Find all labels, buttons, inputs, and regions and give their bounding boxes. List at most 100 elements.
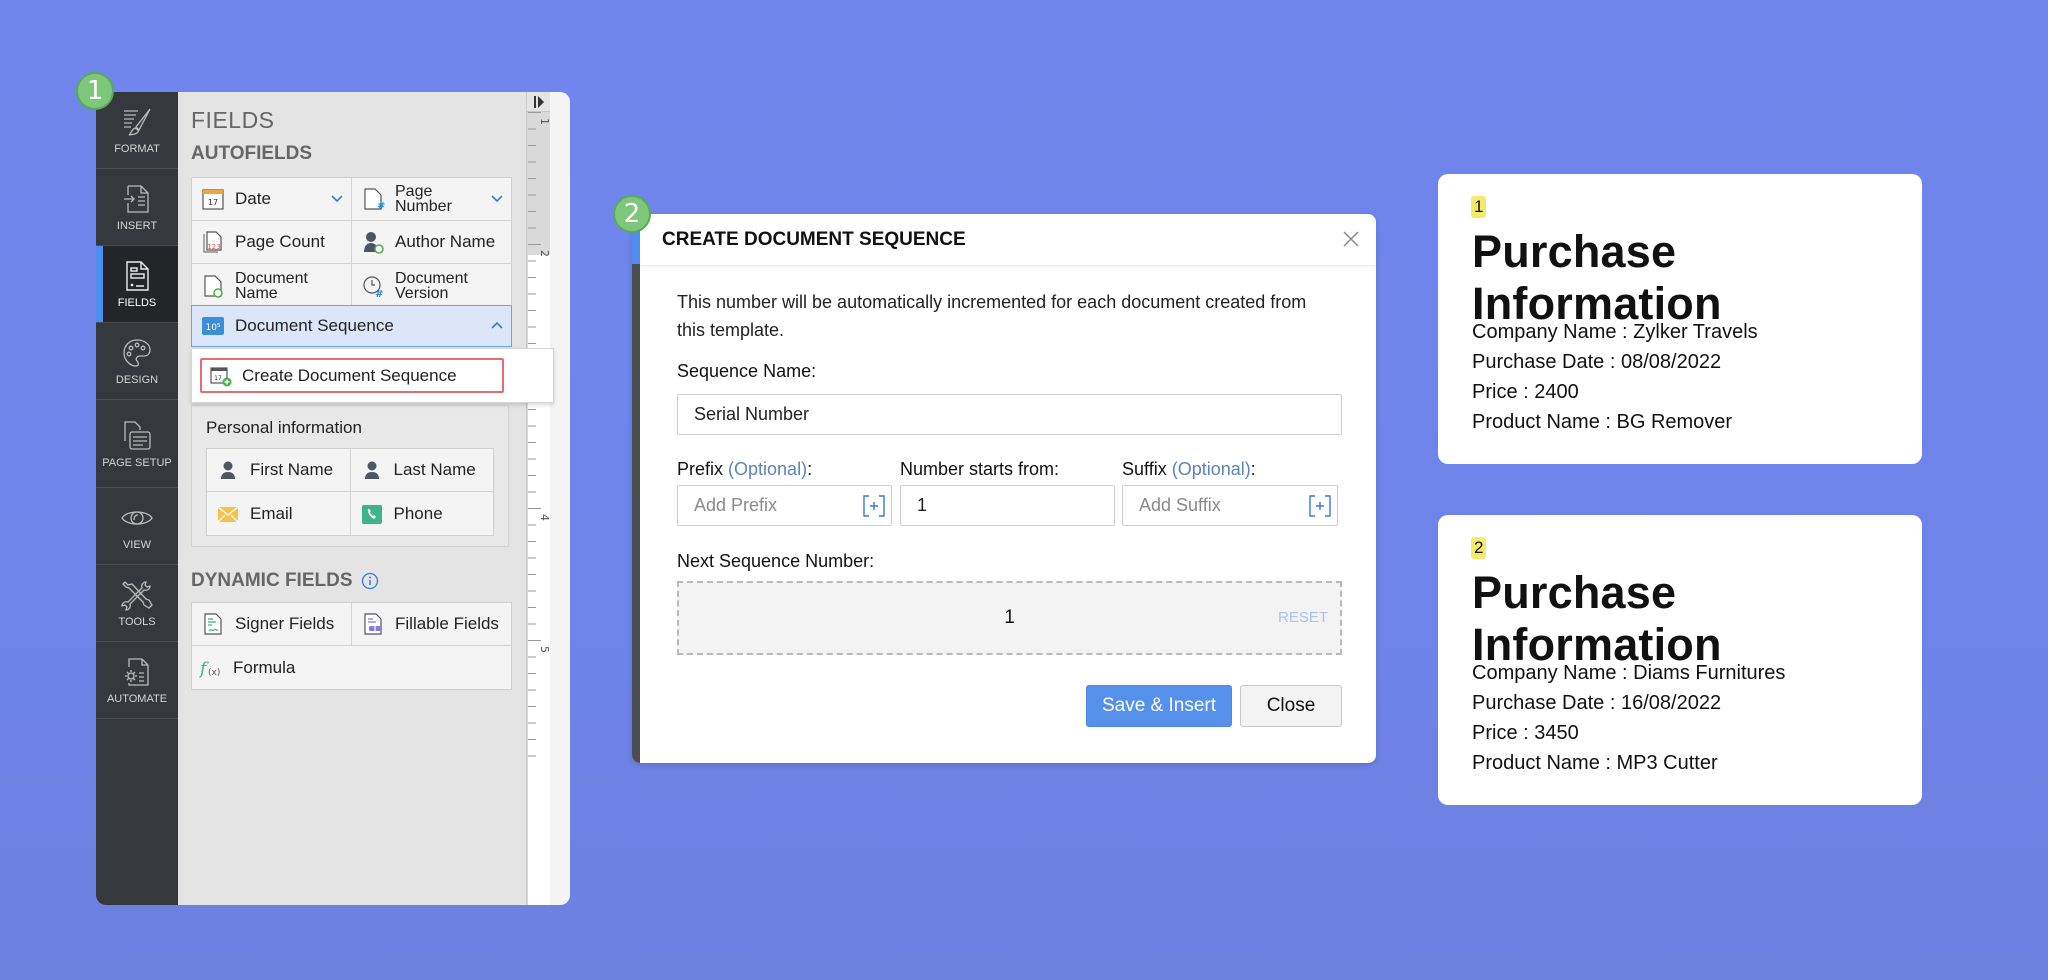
fields-title: FIELDS — [191, 107, 275, 133]
price: Price : 2400 — [1472, 381, 1579, 403]
field-document-version[interactable]: # Document Version — [352, 264, 511, 307]
field-label: Document Version — [395, 269, 468, 302]
nav-item-automate[interactable]: AUTOMATE — [96, 642, 178, 719]
document-name-icon — [204, 274, 223, 298]
sequence-number-badge: 1 — [1471, 196, 1487, 218]
svg-text:17: 17 — [208, 198, 218, 207]
field-label: Email — [250, 503, 293, 523]
card-details: Company Name : Diams Furnitures Purchase… — [1472, 658, 1785, 778]
document-version-icon: # — [363, 275, 383, 298]
field-document-sequence[interactable]: 10⁵ Document Sequence — [191, 305, 512, 347]
format-brush-icon — [124, 108, 151, 136]
nav-item-insert[interactable]: INSERT — [96, 169, 178, 246]
person-icon — [364, 461, 379, 479]
suffix-input[interactable] — [1122, 485, 1338, 526]
chevron-up-icon[interactable] — [491, 320, 503, 332]
nav-item-tools[interactable]: TOOLS — [96, 565, 178, 642]
purchase-date: Purchase Date : 16/08/2022 — [1472, 692, 1722, 714]
personal-info-grid: First Name Last Name Email Phone — [206, 448, 494, 536]
purchase-card-2: 2 Purchase Information Company Name : Di… — [1438, 515, 1922, 805]
fields-form-icon — [126, 261, 149, 291]
person-icon — [221, 461, 235, 479]
nav-item-page-setup[interactable]: PAGE SETUP — [96, 400, 178, 488]
field-label: Fillable Fields — [395, 614, 499, 633]
optional-text: (Optional) — [1171, 459, 1251, 479]
nav-label: AUTOMATE — [106, 693, 168, 705]
nav-item-view[interactable]: VIEW — [96, 488, 178, 565]
start-number-input[interactable] — [900, 485, 1115, 526]
field-date[interactable]: 17 Date — [192, 178, 352, 220]
option-label: Create Document Sequence — [242, 365, 457, 385]
nav-label: INSERT — [116, 220, 158, 232]
nav-label: DESIGN — [115, 374, 159, 386]
field-label: Signer Fields — [235, 614, 335, 633]
nav-item-fields[interactable]: FIELDS — [96, 246, 178, 323]
dialog-title: CREATE DOCUMENT SEQUENCE — [662, 229, 966, 250]
calendar-icon: 17 — [202, 189, 224, 210]
create-document-sequence-dialog: CREATE DOCUMENT SEQUENCE This number wil… — [632, 214, 1376, 763]
field-label: Formula — [233, 657, 296, 677]
svg-text:10⁵: 10⁵ — [205, 323, 220, 333]
field-phone[interactable]: Phone — [351, 492, 494, 535]
card-title: Purchase Information — [1472, 226, 1722, 329]
field-signer-fields[interactable]: Signer Fields — [192, 603, 352, 645]
sequence-number-badge: 2 — [1471, 537, 1487, 559]
field-label: Page Count — [235, 232, 325, 251]
field-first-name[interactable]: First Name — [207, 449, 351, 491]
formula-icon: f (x) — [199, 659, 220, 679]
field-page-number[interactable]: # Page Number — [352, 178, 511, 220]
chevron-down-icon[interactable] — [491, 192, 503, 204]
field-formula[interactable]: f (x) Formula — [192, 646, 511, 689]
dynamic-fields-heading: DYNAMIC FIELDS — [191, 570, 379, 592]
prefix-label: Prefix (Optional): — [677, 459, 812, 480]
reset-link[interactable]: RESET — [1278, 609, 1328, 626]
field-author-name[interactable]: Author Name — [352, 221, 511, 263]
field-label: Document Sequence — [235, 316, 394, 335]
email-icon — [217, 505, 239, 522]
info-icon[interactable] — [361, 572, 379, 590]
eye-icon — [121, 511, 153, 525]
purchase-date: Purchase Date : 08/08/2022 — [1472, 351, 1722, 373]
palette-icon — [123, 339, 151, 367]
autofields-grid: 17 Date # Page Number 123 Page Count Aut… — [191, 177, 512, 308]
signer-fields-icon — [204, 613, 222, 635]
dialog-side-strip — [632, 214, 640, 763]
suffix-label-text: Suffix — [1122, 459, 1167, 479]
insert-file-icon — [124, 185, 149, 213]
create-document-sequence-option[interactable]: 17 Create Document Sequence — [200, 358, 504, 393]
company-name: Company Name : Zylker Travels — [1472, 321, 1758, 343]
field-label: Phone — [393, 503, 443, 523]
dynamic-fields-grid: Signer Fields Fillable Fields f (x) Formu… — [191, 602, 512, 690]
field-document-name[interactable]: Document Name — [192, 264, 352, 307]
next-sequence-label: Next Sequence Number: — [677, 551, 875, 571]
field-page-count[interactable]: 123 Page Count — [192, 221, 352, 263]
card-details: Company Name : Zylker Travels Purchase D… — [1472, 317, 1758, 437]
company-name: Company Name : Diams Furnitures — [1472, 662, 1786, 684]
fillable-fields-icon — [364, 613, 382, 635]
fields-area: FIELDS AUTOFIELDS 17 Date # Page Number … — [178, 92, 554, 905]
field-last-name[interactable]: Last Name — [351, 449, 494, 491]
field-email[interactable]: Email — [207, 492, 351, 535]
prefix-input[interactable] — [677, 485, 892, 526]
prefix-field — [677, 485, 892, 526]
close-icon[interactable] — [1340, 228, 1362, 250]
field-label: First Name — [250, 460, 334, 479]
insert-field-icon[interactable] — [862, 494, 886, 518]
insert-field-icon[interactable] — [1308, 494, 1332, 518]
purchase-card-1: 1 Purchase Information Company Name : Zy… — [1438, 174, 1922, 464]
field-fillable-fields[interactable]: Fillable Fields — [352, 603, 511, 645]
sequence-name-input[interactable] — [677, 394, 1342, 435]
field-label: Document Name — [235, 269, 308, 302]
page-count-icon: 123 — [203, 231, 222, 253]
personal-information-group: Personal information First Name Last Nam… — [191, 405, 509, 547]
next-sequence-value: 1 — [1004, 607, 1015, 628]
nav-item-design[interactable]: DESIGN — [96, 323, 178, 400]
save-insert-button[interactable]: Save & Insert — [1086, 685, 1232, 727]
chevron-down-icon[interactable] — [331, 192, 343, 204]
nav-label: FIELDS — [117, 297, 157, 309]
field-label: Author Name — [395, 232, 496, 251]
suffix-label: Suffix (Optional): — [1122, 459, 1256, 480]
collapse-panel-button[interactable] — [527, 92, 551, 112]
svg-text:#: # — [375, 289, 383, 298]
close-button[interactable]: Close — [1240, 685, 1342, 727]
